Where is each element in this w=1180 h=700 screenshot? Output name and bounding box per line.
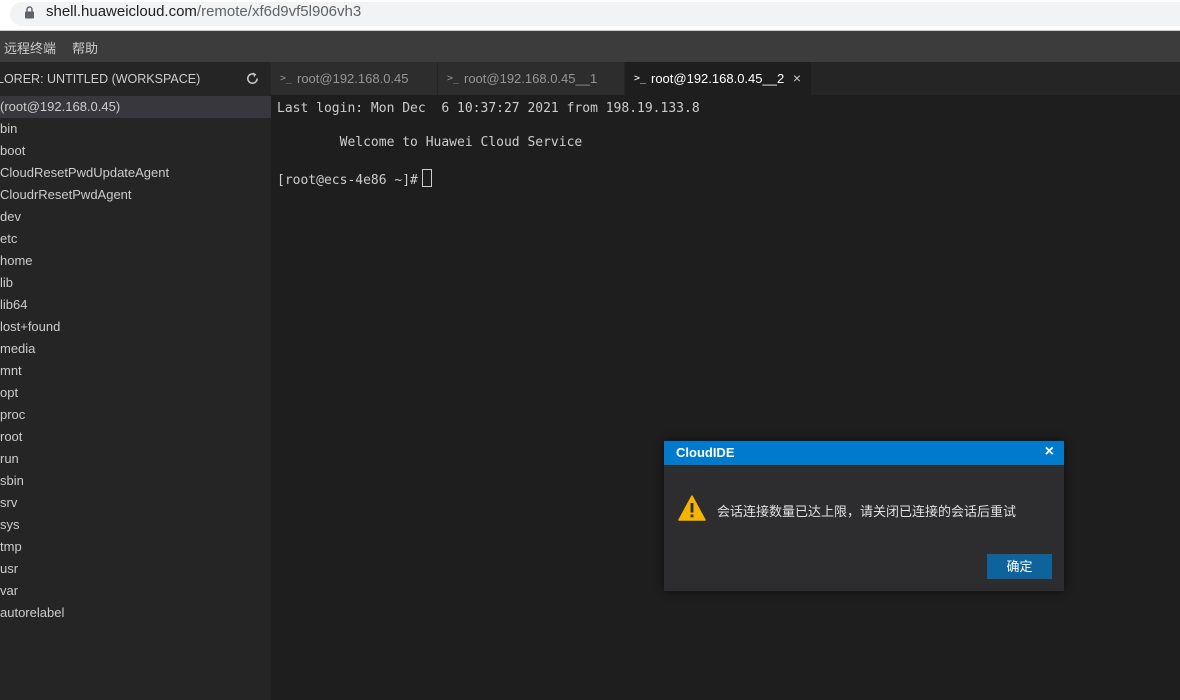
terminal-line-last-login: Last login: Mon Dec 6 10:37:27 2021 from… <box>277 101 700 116</box>
terminal-icon: >_ <box>280 73 293 84</box>
refresh-icon[interactable] <box>245 71 260 86</box>
terminal-prompt: [root@ecs-4e86 ~]# <box>277 173 418 188</box>
tree-item[interactable]: var <box>0 580 271 602</box>
tree-item[interactable]: home <box>0 250 271 272</box>
tab-terminal-1[interactable]: >_ root@192.168.0.45 <box>271 62 438 95</box>
terminal-cursor <box>421 169 432 187</box>
tab-terminal-3[interactable]: >_ root@192.168.0.45__2 × <box>625 62 812 95</box>
tree-item[interactable]: lib64 <box>0 294 271 316</box>
terminal-panel[interactable]: Last login: Mon Dec 6 10:37:27 2021 from… <box>271 95 1180 700</box>
tree-item[interactable]: run <box>0 448 271 470</box>
tree-item[interactable]: usr <box>0 558 271 580</box>
confirm-button[interactable]: 确定 <box>987 554 1052 579</box>
tree-item[interactable]: lib <box>0 272 271 294</box>
tab-label: root@192.168.0.45__1 <box>464 71 598 86</box>
tree-item[interactable]: srv <box>0 492 271 514</box>
browser-address-bar: shell.huaweicloud.com/remote/xf6d9vf5l90… <box>0 0 1180 31</box>
tree-item[interactable]: proc <box>0 404 271 426</box>
tree-item[interactable]: autorelabel <box>0 602 271 624</box>
close-tab-icon[interactable]: × <box>793 62 801 95</box>
tree-item[interactable]: opt <box>0 382 271 404</box>
tree-item[interactable]: root <box>0 426 271 448</box>
explorer-title: LORER: UNTITLED (WORKSPACE) <box>0 72 201 86</box>
tab-terminal-2[interactable]: >_ root@192.168.0.45__1 <box>438 62 625 95</box>
tree-item[interactable]: boot <box>0 140 271 162</box>
tree-item[interactable]: etc <box>0 228 271 250</box>
tree-item[interactable]: sys <box>0 514 271 536</box>
terminal-icon: >_ <box>447 73 460 84</box>
url-path: /remote/xf6d9vf5l906vh3 <box>196 3 362 20</box>
url-text[interactable]: shell.huaweicloud.com/remote/xf6d9vf5l90… <box>46 3 361 20</box>
tree-root[interactable]: (root@192.168.0.45) <box>0 96 271 118</box>
tree-item[interactable]: CloudResetPwdUpdateAgent <box>0 162 271 184</box>
menu-help[interactable]: 帮助 <box>72 38 98 57</box>
tree-item[interactable]: dev <box>0 206 271 228</box>
url-host: shell.huaweicloud.com <box>46 3 197 20</box>
tab-label: root@192.168.0.45 <box>297 71 409 86</box>
tree-item[interactable]: tmp <box>0 536 271 558</box>
tree-item[interactable]: bin <box>0 118 271 140</box>
tree-item[interactable]: lost+found <box>0 316 271 338</box>
dialog-titlebar: CloudIDE × <box>664 441 1064 465</box>
close-icon[interactable]: × <box>1045 443 1054 461</box>
dialog-title: CloudIDE <box>676 445 735 460</box>
tree-item[interactable]: media <box>0 338 271 360</box>
tree-item[interactable]: CloudrResetPwdAgent <box>0 184 271 206</box>
terminal-tab-bar: >_ root@192.168.0.45 >_ root@192.168.0.4… <box>271 62 1180 95</box>
menu-bar: 远程终端 帮助 <box>0 31 1180 62</box>
warning-icon <box>678 495 706 521</box>
terminal-prompt-line: [root@ecs-4e86 ~]# <box>277 169 432 188</box>
terminal-icon: >_ <box>634 73 647 84</box>
lock-icon <box>25 6 34 19</box>
explorer-sidebar: LORER: UNTITLED (WORKSPACE) (root@192.16… <box>0 62 271 700</box>
dialog-message: 会话连接数量已达上限，请关闭已连接的会话后重试 <box>717 504 1017 519</box>
terminal-line-welcome: Welcome to Huawei Cloud Service <box>277 135 583 150</box>
explorer-header: LORER: UNTITLED (WORKSPACE) <box>0 62 271 95</box>
alert-dialog: CloudIDE × 会话连接数量已达上限，请关闭已连接的会话后重试 确定 <box>664 441 1064 591</box>
tree-item[interactable]: sbin <box>0 470 271 492</box>
menu-remote-terminal[interactable]: 远程终端 <box>4 38 56 57</box>
tab-label: root@192.168.0.45__2 <box>651 71 785 86</box>
tree-item[interactable]: mnt <box>0 360 271 382</box>
